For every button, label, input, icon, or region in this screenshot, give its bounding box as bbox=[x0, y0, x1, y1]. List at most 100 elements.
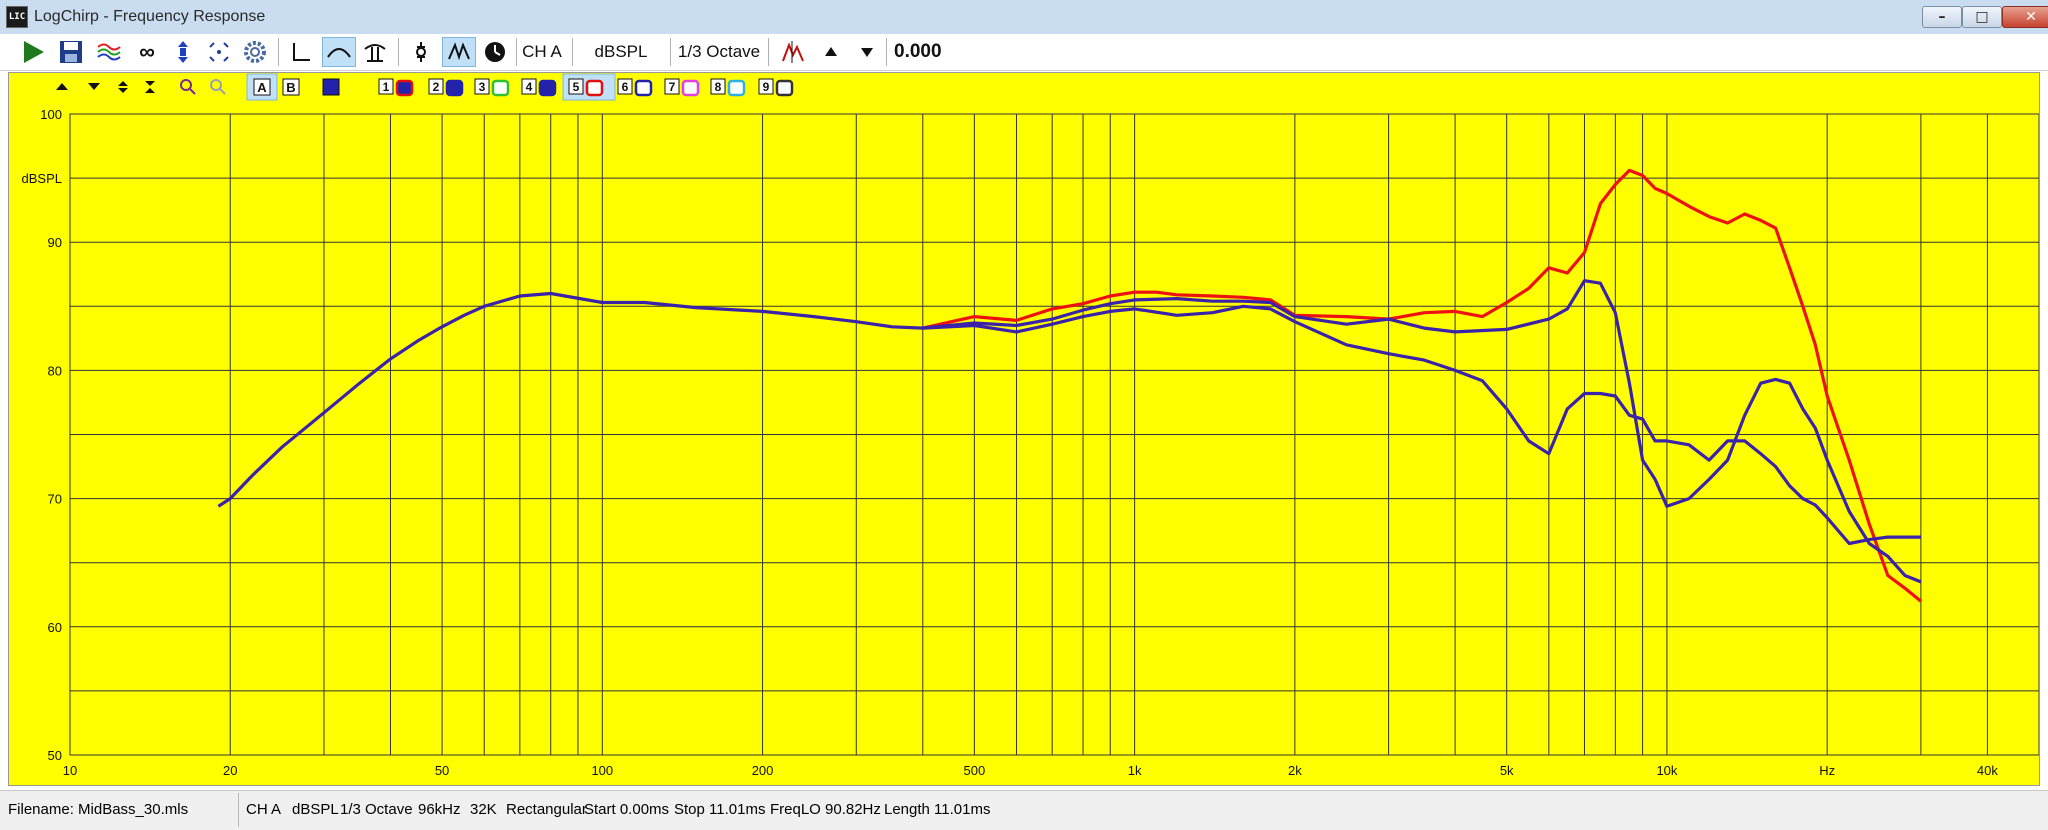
expand-icon[interactable] bbox=[118, 81, 128, 86]
frequency-curve-button[interactable] bbox=[322, 37, 356, 67]
overlay-6-swatch[interactable] bbox=[634, 79, 653, 97]
close-button[interactable]: ✕ bbox=[2002, 6, 2048, 28]
status-window: Rectangular bbox=[506, 801, 587, 818]
x-tick-label: 2k bbox=[1288, 763, 1302, 778]
overlay-all-button[interactable] bbox=[322, 78, 340, 96]
status-size: 32K bbox=[470, 801, 497, 818]
x-tick-label: Hz bbox=[1819, 763, 1835, 778]
status-filename: Filename: MidBass_30.mls bbox=[8, 801, 189, 818]
x-tick-label: 50 bbox=[435, 763, 449, 778]
overlay-stack-icon bbox=[97, 43, 121, 61]
axis-icon bbox=[293, 43, 310, 61]
arrow-down-icon bbox=[861, 48, 873, 57]
app-logo-icon: LIC bbox=[6, 6, 28, 28]
unit-selector[interactable]: dBSPL bbox=[586, 37, 656, 67]
clock-button[interactable] bbox=[480, 37, 510, 67]
minimize-icon: – bbox=[1938, 9, 1946, 25]
status-freqlo: FreqLO 90.82Hz bbox=[770, 801, 881, 818]
overlay-4-swatch[interactable] bbox=[538, 79, 557, 97]
marker-icon bbox=[178, 41, 188, 63]
status-rate: 96kHz bbox=[418, 801, 461, 818]
cursor-b-label: B bbox=[286, 80, 295, 95]
scale-down-icon[interactable] bbox=[88, 83, 100, 90]
marker-button[interactable] bbox=[168, 37, 198, 67]
arrow-up-icon bbox=[825, 47, 837, 56]
status-smoothing: 1/3 Octave bbox=[340, 801, 413, 818]
status-length: Length 11.01ms bbox=[884, 801, 991, 818]
phase-button[interactable] bbox=[360, 37, 390, 67]
restore-button[interactable]: □ bbox=[1962, 6, 2002, 28]
series-line-1 bbox=[922, 168, 1922, 603]
zoom-out-icon[interactable] bbox=[210, 79, 222, 91]
x-tick-label: 500 bbox=[964, 763, 986, 778]
impulse-icon bbox=[416, 42, 426, 62]
overlay-4-label: 4 bbox=[526, 80, 533, 94]
x-tick-label: 40k bbox=[1977, 763, 1998, 778]
series-line-3 bbox=[922, 304, 1921, 546]
phase-icon bbox=[364, 44, 386, 62]
value-display: 0.000 bbox=[894, 41, 942, 62]
status-bar: Filename: MidBass_30.mls CH A dBSPL 1/3 … bbox=[0, 790, 2048, 830]
scale-up-icon[interactable] bbox=[56, 83, 68, 90]
y-tick-label: 80 bbox=[48, 363, 62, 378]
chart-panel: A B 1 2 3 4 5 6 7 8 9 100 90 80 70 60 50 dBSPL 10 20 50 100 20… bbox=[8, 72, 2040, 786]
x-tick-label: 5k bbox=[1500, 763, 1514, 778]
x-tick-label: 20 bbox=[223, 763, 237, 778]
infinity-icon: ∞ bbox=[139, 39, 155, 64]
curve-icon bbox=[327, 48, 351, 58]
settings-button[interactable] bbox=[240, 37, 270, 67]
expand-icon[interactable] bbox=[118, 88, 128, 93]
clock-icon bbox=[485, 42, 505, 62]
overlay-5-label: 5 bbox=[573, 80, 580, 94]
main-toolbar: ∞ CH A dBSPL 1/3 Octave 0.000 bbox=[0, 34, 2048, 71]
overlay-3-swatch[interactable] bbox=[491, 79, 510, 97]
y-tick-label: 50 bbox=[48, 748, 62, 763]
value-up-button[interactable] bbox=[818, 37, 844, 67]
peak-icon bbox=[782, 41, 804, 63]
status-channel: CH A bbox=[246, 801, 282, 818]
close-icon: ✕ bbox=[2025, 9, 2037, 25]
crosshair-button[interactable] bbox=[204, 37, 234, 67]
overlay-7-swatch[interactable] bbox=[681, 79, 700, 97]
loop-button[interactable]: ∞ bbox=[132, 37, 162, 67]
restore-icon: □ bbox=[1975, 9, 1989, 25]
impulse-button[interactable] bbox=[406, 37, 436, 67]
x-tick-label: 10k bbox=[1656, 763, 1677, 778]
status-stop: Stop 11.01ms bbox=[674, 801, 766, 818]
overlay-2-label: 2 bbox=[433, 80, 440, 94]
zoom-out-handle bbox=[219, 88, 226, 95]
overlay-9-swatch[interactable] bbox=[775, 79, 794, 97]
crosshair-icon bbox=[209, 42, 229, 62]
play-button[interactable] bbox=[18, 37, 48, 67]
overlay-8-label: 8 bbox=[715, 80, 722, 94]
smoothing-selector[interactable]: 1/3 Octave bbox=[676, 37, 762, 67]
status-start: Start 0.00ms bbox=[584, 801, 670, 818]
overlay-5-swatch[interactable] bbox=[585, 79, 604, 97]
overlay-1-label: 1 bbox=[383, 80, 390, 94]
x-tick-label: 1k bbox=[1128, 763, 1142, 778]
overlay-1-swatch[interactable] bbox=[395, 79, 414, 97]
axis-button[interactable] bbox=[286, 37, 316, 67]
zoom-in-handle bbox=[189, 88, 196, 95]
overlay-3-label: 3 bbox=[479, 80, 486, 94]
save-icon bbox=[60, 41, 82, 63]
series-line-2 bbox=[217, 279, 1922, 584]
overlay-2-swatch[interactable] bbox=[445, 79, 464, 97]
x-tick-label: 200 bbox=[752, 763, 774, 778]
overlay-8-swatch[interactable] bbox=[727, 79, 746, 97]
overlay-stack-button[interactable] bbox=[94, 37, 124, 67]
compress-icon[interactable] bbox=[145, 81, 155, 86]
channel-selector[interactable]: CH A bbox=[520, 37, 564, 67]
status-unit: dBSPL bbox=[292, 801, 339, 818]
zoom-in-icon[interactable] bbox=[180, 79, 192, 91]
y-tick-label: 90 bbox=[48, 235, 62, 250]
save-button[interactable] bbox=[56, 37, 86, 67]
y-tick-label: 70 bbox=[48, 492, 62, 507]
title-bar: LIC LogChirp - Frequency Response – □ ✕ bbox=[0, 0, 2048, 35]
value-down-button[interactable] bbox=[854, 37, 880, 67]
peak-button[interactable] bbox=[778, 37, 808, 67]
filter-button[interactable] bbox=[442, 37, 476, 67]
overlay-9-label: 9 bbox=[763, 80, 770, 94]
minimize-button[interactable]: – bbox=[1922, 6, 1962, 28]
compress-icon[interactable] bbox=[145, 88, 155, 93]
